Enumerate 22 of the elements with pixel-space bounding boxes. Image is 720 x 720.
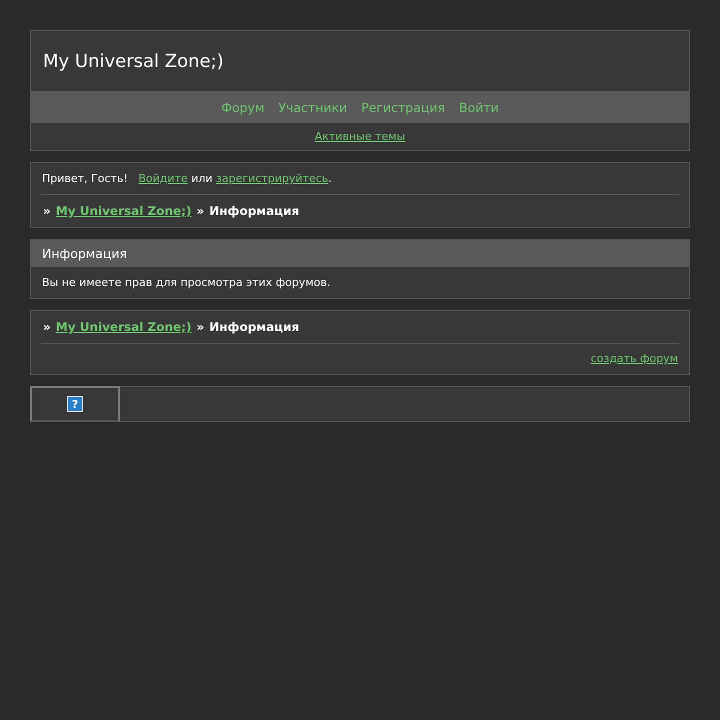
breadcrumb-current: Информация (209, 204, 300, 218)
panel-header: Информация (31, 240, 689, 267)
counter-button[interactable]: ? (30, 386, 120, 422)
site-title: My Universal Zone;) (43, 51, 224, 72)
info-message: Вы не имеете прав для просмотра этих форумов. (42, 276, 330, 289)
login-link[interactable]: Войдите (138, 172, 188, 185)
register-link[interactable]: зарегистрируйтесь (216, 172, 328, 185)
create-forum-link[interactable]: создать форум (590, 352, 678, 365)
breadcrumb-separator: » (43, 204, 51, 218)
nav-link[interactable]: Регистрация (361, 100, 446, 114)
nav-link[interactable]: Форум (221, 100, 264, 114)
welcome-text: Привет, Гость! Войдите или зарегистрируйтесь. (42, 172, 332, 185)
nav-link[interactable]: Участники (278, 100, 348, 114)
breadcrumb-separator: » (196, 320, 204, 334)
breadcrumb-link[interactable]: My Universal Zone;) (56, 204, 192, 218)
breadcrumb-separator: » (196, 204, 204, 218)
nav-link[interactable]: Войти (459, 100, 499, 114)
active-topics-link[interactable]: Активные темы (314, 130, 406, 143)
breadcrumb-link[interactable]: My Universal Zone;) (56, 320, 192, 334)
breadcrumb-current: Информация (209, 320, 300, 334)
breadcrumb-separator: » (43, 320, 51, 334)
help-icon: ? (67, 396, 83, 412)
